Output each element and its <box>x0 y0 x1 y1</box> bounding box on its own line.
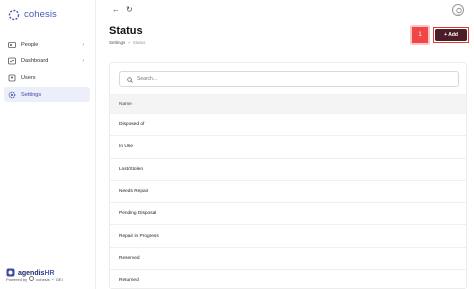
breadcrumb-settings[interactable]: Settings <box>109 40 125 45</box>
row-name: Disposed of <box>119 122 145 128</box>
search-box[interactable] <box>119 71 459 87</box>
logo-text: cohesis <box>24 8 57 20</box>
sidebar-nav: People › Dashboard › Users Settings <box>4 37 90 104</box>
cohesis-logo-icon <box>8 8 20 21</box>
gear-icon <box>8 91 16 99</box>
status-list-card: Name Disposed of In Use Lost/Stolen Need… <box>109 62 467 289</box>
table-row[interactable]: Lost/Stolen <box>110 159 466 181</box>
chevron-right-icon: › <box>82 41 84 48</box>
table-row[interactable]: Repair in Progress <box>110 225 466 248</box>
people-icon <box>8 41 16 49</box>
table-row[interactable]: Reserved <box>110 248 466 271</box>
sidebar-item-users[interactable]: Users <box>4 70 90 85</box>
sidebar-item-label: People <box>21 41 39 48</box>
breadcrumb-current: Status <box>132 40 146 45</box>
row-name: Needs Repair <box>119 189 149 195</box>
row-name: Lost/Stolen <box>119 166 144 172</box>
table-row[interactable]: Disposed of <box>110 114 466 137</box>
page-title: Status <box>109 25 143 37</box>
table-row[interactable]: Pending Disposal <box>110 203 466 226</box>
breadcrumb: Settings › Status <box>109 40 146 45</box>
top-bar: ← ↻ <box>96 0 474 20</box>
row-name: Repair in Progress <box>119 233 159 239</box>
app-logo[interactable]: cohesis <box>8 8 57 21</box>
breadcrumb-separator: › <box>128 40 130 45</box>
table-row[interactable]: Returned <box>110 270 466 288</box>
row-name: Returned <box>119 278 139 284</box>
refresh-icon[interactable]: ↻ <box>126 5 133 14</box>
sidebar-item-label: Dashboard <box>21 58 49 65</box>
cohesis-small-icon <box>29 276 34 282</box>
search-input[interactable] <box>137 76 437 82</box>
powered-tail: DEI <box>56 276 63 282</box>
row-name: Reserved <box>119 255 140 261</box>
table-body: Disposed of In Use Lost/Stolen Needs Rep… <box>110 114 466 288</box>
back-arrow-icon[interactable]: ← <box>112 5 120 14</box>
sidebar-item-label: Users <box>21 74 36 81</box>
row-name: Pending Disposal <box>119 211 157 217</box>
add-button-highlight: + Add <box>433 27 469 43</box>
table-row[interactable]: In Use <box>110 136 466 159</box>
column-header-name[interactable]: Name <box>119 102 132 107</box>
avatar[interactable] <box>452 4 464 16</box>
users-icon <box>8 74 16 82</box>
dashboard-icon <box>8 57 16 65</box>
step-badge: 1 <box>410 25 430 45</box>
sidebar: cohesis People › Dashboard › Users Setti… <box>0 0 96 289</box>
sidebar-item-people[interactable]: People › <box>4 37 90 52</box>
sidebar-item-settings[interactable]: Settings <box>4 87 90 103</box>
powered-by-label: Powered by <box>6 276 28 282</box>
search-icon <box>127 70 133 88</box>
table-header: Name <box>110 94 466 114</box>
sidebar-item-dashboard[interactable]: Dashboard › <box>4 54 90 69</box>
sidebar-item-label: Settings <box>21 91 42 98</box>
table-row[interactable]: Needs Repair <box>110 181 466 204</box>
row-name: In Use <box>119 144 133 150</box>
add-button[interactable]: + Add <box>435 29 467 41</box>
powered-plus: + <box>51 276 55 282</box>
chevron-right-icon: › <box>82 58 84 65</box>
powered-company: cohesis <box>36 276 50 282</box>
powered-by: Powered by cohesis + DEI <box>6 276 63 282</box>
